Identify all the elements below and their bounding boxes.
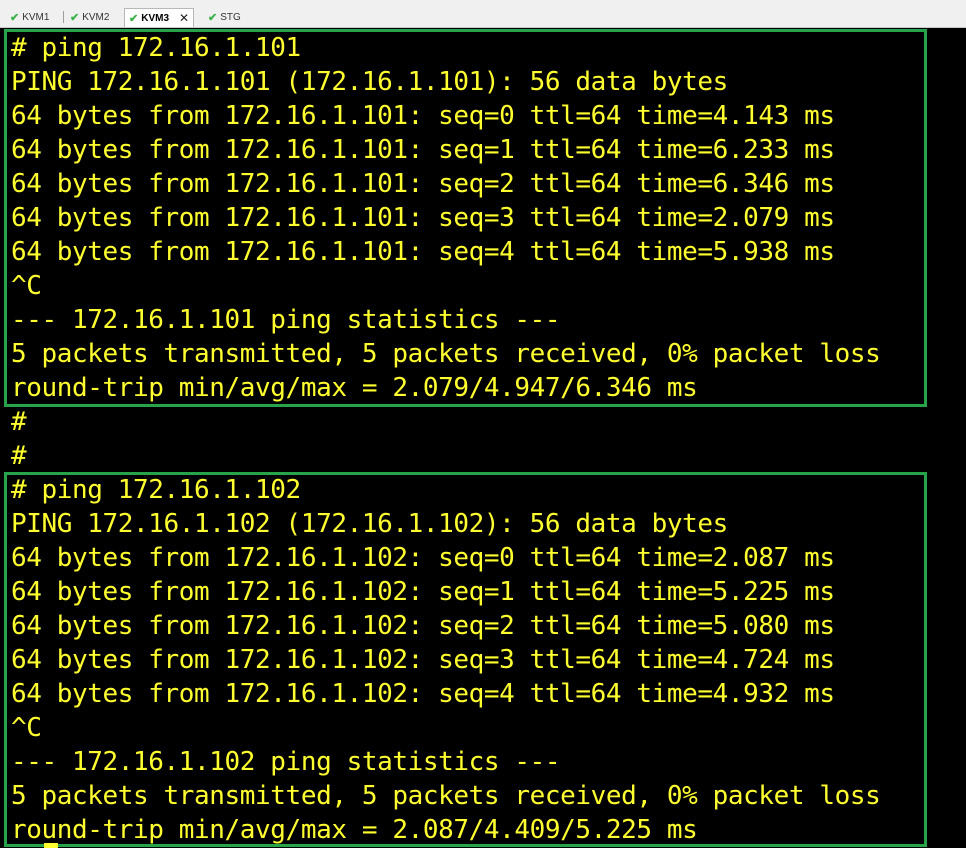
terminal-line: --- 172.16.1.101 ping statistics --- [11,305,561,335]
tab-divider [63,11,64,23]
tab-kvm1[interactable]: ✔ KVM1 [6,8,53,27]
terminal-line: PING 172.16.1.102 (172.16.1.102): 56 dat… [11,509,728,539]
terminal-line: 64 bytes from 172.16.1.101: seq=0 ttl=64… [11,101,835,131]
terminal-line: 64 bytes from 172.16.1.102: seq=1 ttl=64… [11,577,835,607]
terminal-line: 64 bytes from 172.16.1.101: seq=4 ttl=64… [11,237,835,267]
check-icon: ✔ [10,12,20,24]
terminal-line: 64 bytes from 172.16.1.101: seq=3 ttl=64… [11,203,835,233]
terminal-line: 64 bytes from 172.16.1.102: seq=2 ttl=64… [11,611,835,641]
terminal-line: 64 bytes from 172.16.1.101: seq=1 ttl=64… [11,135,835,165]
tab-kvm3[interactable]: ✔ KVM3 ✕ [124,8,195,27]
tab-label: KVM2 [82,12,110,23]
terminal-line: ^C [11,713,42,743]
terminal-line: # ping 172.16.1.101 [11,33,301,63]
terminal-line: round-trip min/avg/max = 2.079/4.947/6.3… [11,373,698,403]
tab-stg[interactable]: ✔ STG [204,8,245,27]
check-icon: ✔ [208,12,218,24]
terminal-line: # [11,407,27,437]
check-icon: ✔ [70,12,80,24]
terminal-line: PING 172.16.1.101 (172.16.1.101): 56 dat… [11,67,728,97]
tab-kvm2[interactable]: ✔ KVM2 [66,8,113,27]
terminal-line: ^C [11,271,42,301]
terminal-line: # ping 172.16.1.102 [11,475,301,505]
tab-label: KVM1 [22,12,50,23]
terminal-output[interactable]: # ping 172.16.1.101 PING 172.16.1.101 (1… [0,28,966,848]
terminal-line: # [11,441,27,471]
terminal-cursor [44,843,58,848]
tab-label: KVM3 [141,12,170,24]
terminal-line: 5 packets transmitted, 5 packets receive… [11,781,881,811]
terminal-line: 5 packets transmitted, 5 packets receive… [11,339,881,369]
terminal-line: 64 bytes from 172.16.1.102: seq=4 ttl=64… [11,679,835,709]
terminal-line: 64 bytes from 172.16.1.101: seq=2 ttl=64… [11,169,835,199]
close-icon[interactable]: ✕ [179,11,189,25]
terminal-line: 64 bytes from 172.16.1.102: seq=3 ttl=64… [11,645,835,675]
terminal-line: 64 bytes from 172.16.1.102: seq=0 ttl=64… [11,543,835,573]
session-tab-bar: ✔ KVM1 ✔ KVM2 ✔ KVM3 ✕ ✔ STG [0,0,966,28]
check-icon: ✔ [129,12,139,25]
terminal-line: --- 172.16.1.102 ping statistics --- [11,747,561,777]
tab-label: STG [220,12,241,23]
terminal-line: round-trip min/avg/max = 2.087/4.409/5.2… [11,815,698,845]
